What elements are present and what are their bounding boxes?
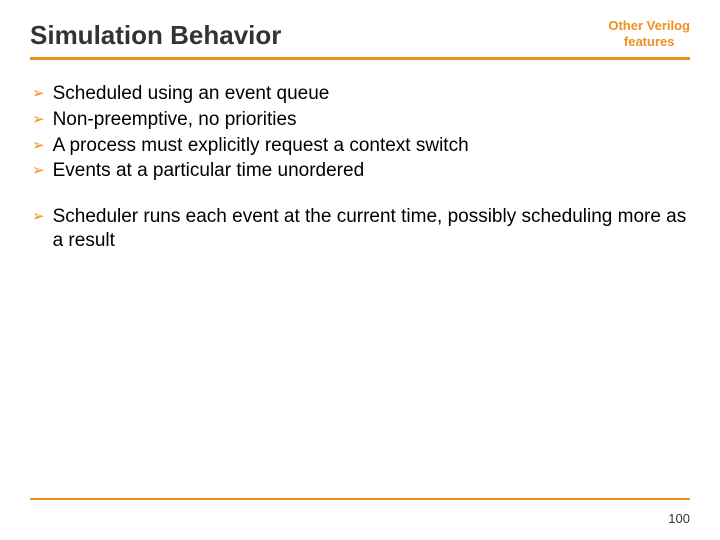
bullet-item: ➢ Non-preemptive, no priorities [32, 108, 690, 132]
slide-content: ➢ Scheduled using an event queue ➢ Non-p… [30, 82, 690, 253]
chevron-right-icon: ➢ [32, 161, 45, 179]
bullet-text: Scheduler runs each event at the current… [53, 205, 690, 253]
slide-title: Simulation Behavior [30, 20, 281, 51]
bullet-text: Events at a particular time unordered [53, 159, 365, 183]
bullet-text: Non-preemptive, no priorities [53, 108, 297, 132]
category-line-2: features [608, 34, 690, 50]
chevron-right-icon: ➢ [32, 207, 45, 225]
bullet-item: ➢ Events at a particular time unordered [32, 159, 690, 183]
slide-header: Simulation Behavior Other Verilog featur… [30, 20, 690, 51]
category-line-1: Other Verilog [608, 18, 690, 34]
bullet-text: A process must explicitly request a cont… [53, 134, 469, 158]
chevron-right-icon: ➢ [32, 110, 45, 128]
slide-container: Simulation Behavior Other Verilog featur… [0, 0, 720, 540]
divider-bottom [30, 498, 690, 500]
bullet-group-2: ➢ Scheduler runs each event at the curre… [32, 205, 690, 253]
bullet-text: Scheduled using an event queue [53, 82, 330, 106]
bullet-item: ➢ A process must explicitly request a co… [32, 134, 690, 158]
page-number: 100 [668, 511, 690, 526]
bullet-item: ➢ Scheduled using an event queue [32, 82, 690, 106]
chevron-right-icon: ➢ [32, 84, 45, 102]
bullet-item: ➢ Scheduler runs each event at the curre… [32, 205, 690, 253]
divider-top [30, 57, 690, 60]
slide-category: Other Verilog features [608, 18, 690, 49]
chevron-right-icon: ➢ [32, 136, 45, 154]
bullet-group-1: ➢ Scheduled using an event queue ➢ Non-p… [32, 82, 690, 183]
